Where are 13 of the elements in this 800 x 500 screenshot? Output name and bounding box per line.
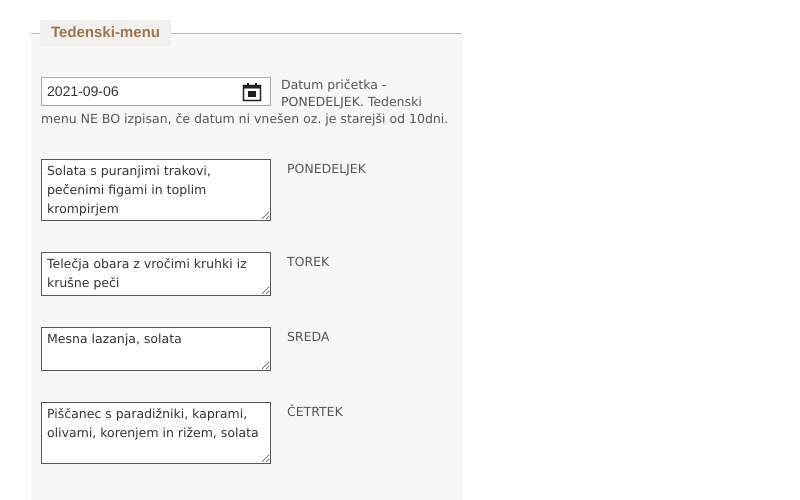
menu-field[interactable]: Mesna lazanja, solata [41,327,271,371]
date-field[interactable]: 2021-09-06 [41,77,271,106]
day-label: SREDA [287,328,330,344]
help-text: menu NE BO izpisan, če datum ni vnešen oz. je starejši od 10dni. [41,110,450,127]
menu-field[interactable]: Piščanec s paradižniki, kaprami, olivami, korenjem in rižem, solata [41,402,271,464]
day-label: TOREK [287,253,330,269]
day-label: PONEDELJEK [287,160,366,176]
help-text: Datum pričetka - PONEDELJEK. Tedenski [281,76,423,110]
day-label: ČETRTEK [287,403,343,419]
menu-field[interactable]: Solata s puranjimi trakovi, pečenimi figami in toplim krompirjem [41,159,271,221]
calendar-icon[interactable] [242,82,262,102]
menu-field[interactable]: Telečja obara z vročimi kruhki iz krušne peči [41,252,271,296]
section-title: Tedenski-menu [40,20,171,46]
